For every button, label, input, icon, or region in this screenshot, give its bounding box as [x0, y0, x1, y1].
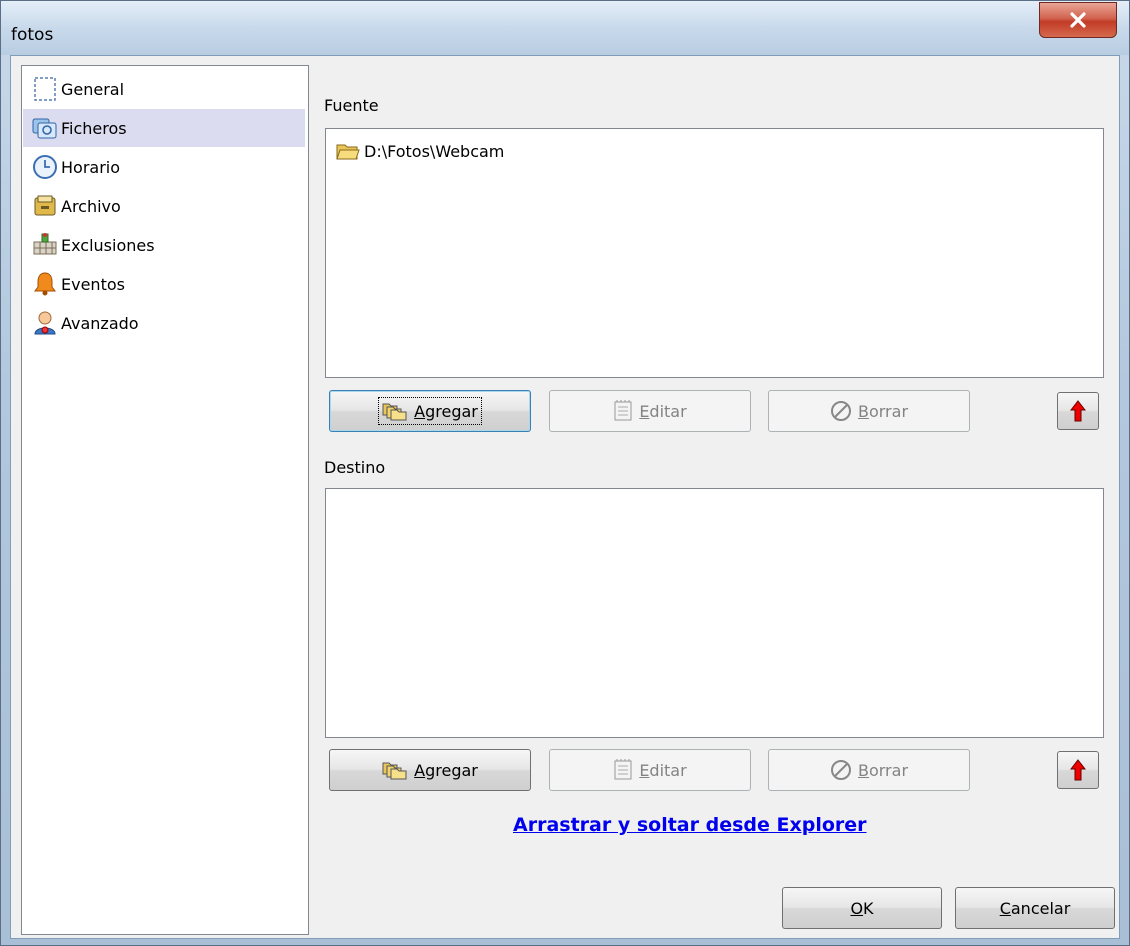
button-label: ditar [649, 760, 687, 780]
dialog-window: fotos General Ficheros Horario Archivo E… [0, 0, 1130, 946]
clock-icon [31, 153, 59, 181]
add-folders-icon [382, 401, 408, 421]
folder-icon [336, 144, 360, 160]
destination-add-button[interactable]: Agregar [329, 749, 531, 791]
edit-document-icon [613, 759, 633, 781]
mnemonic: B [857, 760, 869, 780]
source-list[interactable]: D:\Fotos\Webcam [325, 128, 1104, 378]
mnemonic: O [850, 898, 864, 918]
mnemonic: B [857, 401, 869, 421]
close-button[interactable] [1039, 2, 1117, 38]
mnemonic: C [999, 898, 1011, 918]
sidebar-item-ficheros[interactable]: Ficheros [23, 109, 305, 147]
mnemonic: A [414, 760, 426, 780]
source-add-button[interactable]: Agregar [329, 390, 531, 432]
button-label: gregar [425, 401, 478, 421]
category-list[interactable]: General Ficheros Horario Archivo Exclusi… [21, 65, 309, 935]
sidebar-item-general[interactable]: General [23, 70, 305, 108]
sidebar-item-label: Archivo [61, 196, 121, 216]
page-icon [31, 75, 59, 103]
button-label: ancelar [1010, 898, 1071, 918]
sidebar-item-eventos[interactable]: Eventos [23, 265, 305, 303]
sidebar-item-label: Horario [61, 157, 121, 177]
button-label: orrar [868, 760, 909, 780]
sidebar-item-label: Exclusiones [61, 235, 155, 255]
destination-label: Destino [324, 458, 386, 477]
exclusions-icon [31, 231, 59, 259]
drag-drop-explorer-link[interactable]: Arrastrar y soltar desde Explorer [513, 814, 867, 836]
destination-delete-button[interactable]: Borrar [768, 749, 970, 791]
title-bar[interactable]: fotos [1, 1, 1129, 55]
archive-icon [31, 192, 59, 220]
destination-list[interactable] [325, 488, 1104, 738]
arrow-up-icon [1070, 400, 1086, 422]
prohibited-icon [830, 759, 852, 781]
button-label: K [863, 898, 874, 918]
sidebar-item-avanzado[interactable]: Avanzado [23, 304, 305, 342]
files-icon [31, 114, 59, 142]
button-label: gregar [425, 760, 478, 780]
ok-button[interactable]: OK [782, 887, 942, 929]
cancel-button[interactable]: Cancelar [955, 887, 1115, 929]
window-title: fotos [11, 25, 54, 45]
bell-icon [31, 270, 59, 298]
advanced-user-icon [31, 309, 59, 337]
sidebar-item-label: Avanzado [61, 313, 139, 333]
sidebar-item-exclusiones[interactable]: Exclusiones [23, 226, 305, 264]
source-path: D:\Fotos\Webcam [364, 141, 505, 161]
edit-document-icon [613, 400, 633, 422]
arrow-up-icon [1070, 759, 1086, 781]
destination-edit-button[interactable]: Editar [549, 749, 751, 791]
sidebar-item-archivo[interactable]: Archivo [23, 187, 305, 225]
close-icon [1070, 12, 1086, 28]
source-edit-button[interactable]: Editar [549, 390, 751, 432]
source-move-up-button[interactable] [1057, 392, 1099, 430]
mnemonic: E [639, 760, 650, 780]
dialog-client-area: General Ficheros Horario Archivo Exclusi… [10, 55, 1120, 939]
source-label: Fuente [324, 96, 379, 115]
sidebar-item-label: Eventos [61, 274, 125, 294]
destination-move-up-button[interactable] [1057, 751, 1099, 789]
button-label: ditar [649, 401, 687, 421]
sidebar-item-horario[interactable]: Horario [23, 148, 305, 186]
sidebar-item-label: Ficheros [61, 118, 127, 138]
list-item[interactable]: D:\Fotos\Webcam [336, 141, 504, 161]
button-label: orrar [868, 401, 909, 421]
mnemonic: E [639, 401, 650, 421]
sidebar-item-label: General [61, 79, 125, 99]
mnemonic: A [414, 401, 426, 421]
prohibited-icon [830, 400, 852, 422]
add-folders-icon [382, 760, 408, 780]
source-delete-button[interactable]: Borrar [768, 390, 970, 432]
